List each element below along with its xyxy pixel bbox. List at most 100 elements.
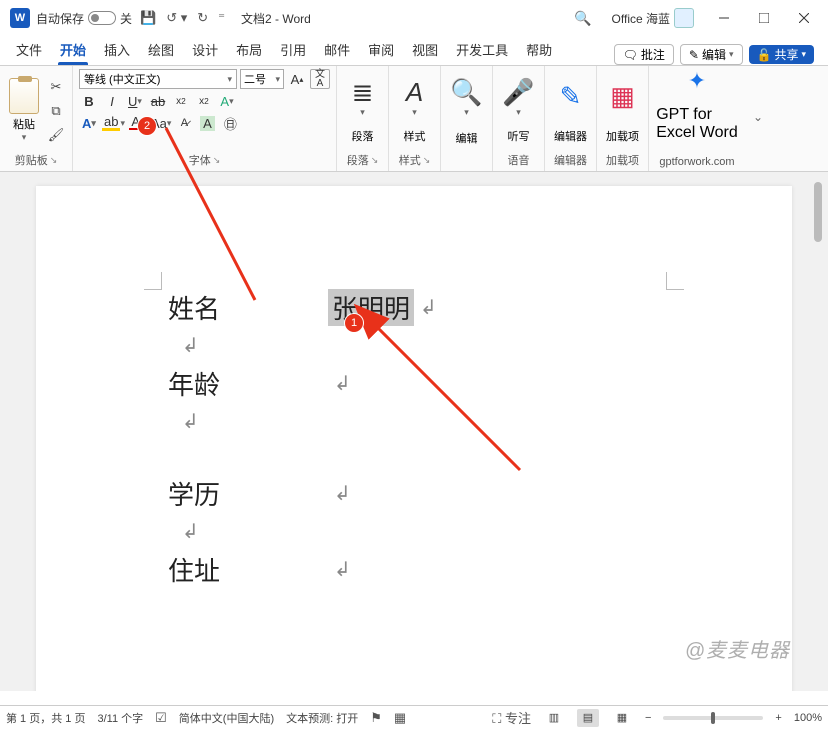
group-paragraph[interactable]: ≣▾ 段落 段落 ↘	[337, 66, 389, 171]
editor-icon: ✎	[560, 68, 582, 124]
copy-icon[interactable]: ⧉	[46, 102, 66, 120]
read-mode-icon[interactable]: ▥	[543, 709, 565, 727]
margin-corner-icon	[666, 272, 684, 290]
search-icon[interactable]: 🔍	[574, 10, 591, 27]
group-gpt[interactable]: ✦ GPT forExcel Word gptforwork.com	[649, 66, 745, 171]
format-painter-icon[interactable]: 🖌	[46, 126, 66, 144]
clear-formatting-button[interactable]: A̷	[174, 113, 194, 133]
field-row-name: 姓名 张明明↲	[168, 286, 437, 328]
group-dictate[interactable]: 🎤▾ 听写 语音	[493, 66, 545, 171]
bold-button[interactable]: B	[79, 91, 99, 111]
redo-icon[interactable]: ↻	[197, 10, 208, 26]
app-icon: W	[10, 8, 30, 28]
tab-mailings[interactable]: 邮件	[322, 36, 352, 65]
minimize-button[interactable]	[704, 4, 744, 32]
find-icon: 🔍▾	[450, 68, 482, 124]
group-styles[interactable]: A▾ 样式 样式 ↘	[389, 66, 441, 171]
tab-review[interactable]: 审阅	[366, 36, 396, 65]
zoom-in-icon[interactable]: +	[775, 712, 781, 724]
user-name: Office 海蓝	[612, 10, 670, 27]
titlebar: W 自动保存 关 💾 ↺ ▾ ↻ ⁼ 文档2 - Word 🔍 Office 海…	[0, 0, 828, 36]
group-editor[interactable]: ✎ 编辑器 编辑器	[545, 66, 597, 171]
italic-button[interactable]: I	[102, 91, 122, 111]
quick-access-toolbar: 💾 ↺ ▾ ↻ ⁼	[140, 10, 225, 26]
language-indicator[interactable]: 简体中文(中国大陆)	[179, 710, 274, 726]
macro-icon[interactable]: ▦	[394, 710, 406, 726]
autosave-state: 关	[120, 10, 132, 27]
annotation-badge-2: 2	[138, 117, 156, 135]
page[interactable]: 姓名 张明明↲ ↲ 年龄 ↲ ↲ 学历 ↲ ↲ 住址 ↲	[36, 186, 792, 691]
word-count[interactable]: 3/11 个字	[97, 710, 143, 726]
user-account[interactable]: Office 海蓝	[612, 8, 694, 28]
tab-layout[interactable]: 布局	[234, 36, 264, 65]
tab-design[interactable]: 设计	[190, 36, 220, 65]
document-content[interactable]: 姓名 张明明↲ ↲ 年龄 ↲ ↲ 学历 ↲ ↲ 住址 ↲	[168, 286, 437, 590]
paste-icon	[9, 78, 39, 114]
paragraph-icon: ≣▾	[352, 68, 374, 124]
close-button[interactable]	[784, 4, 824, 32]
font-name-combo[interactable]: 等线 (中文正文)▾	[79, 69, 237, 89]
ribbon: 粘贴 ▾ ✂ ⧉ 🖌 剪贴板 ↘ 等线 (中文正文)▾ 二号▾ A▴ 文A B …	[0, 66, 828, 172]
group-editing[interactable]: 🔍▾ 编辑	[441, 66, 493, 171]
watermark: @麦麦电器	[685, 634, 790, 663]
undo-icon[interactable]: ↺ ▾	[166, 10, 187, 26]
tab-file[interactable]: 文件	[14, 36, 44, 65]
selected-text[interactable]: 张明明	[328, 289, 414, 326]
accessibility-icon[interactable]: ⚑	[370, 710, 382, 726]
superscript-button[interactable]: x2	[194, 91, 214, 111]
share-button[interactable]: 🔓 共享 ▾	[749, 45, 815, 64]
strikethrough-button[interactable]: ab	[148, 91, 168, 111]
print-layout-icon[interactable]: ▤	[577, 709, 599, 727]
display-settings-icon[interactable]: ⛶ 专注	[492, 708, 531, 727]
zoom-slider[interactable]	[663, 716, 763, 720]
editing-mode-button[interactable]: ✎ 编辑 ▾	[680, 44, 743, 65]
char-border-button[interactable]: A▾	[79, 113, 99, 133]
tab-developer[interactable]: 开发工具	[454, 36, 510, 65]
ribbon-tabs: 文件 开始 插入 绘图 设计 布局 引用 邮件 审阅 视图 开发工具 帮助 🗨 …	[0, 36, 828, 66]
paragraph-mark-icon: ↲	[182, 519, 199, 544]
maximize-button[interactable]	[744, 4, 784, 32]
cut-icon[interactable]: ✂	[46, 78, 66, 96]
group-addins[interactable]: ▦ 加载项 加载项	[597, 66, 649, 171]
scroll-thumb[interactable]	[814, 182, 822, 242]
paragraph-mark-icon: ↲	[182, 333, 199, 358]
zoom-out-icon[interactable]: −	[645, 712, 651, 724]
annotation-badge-1: 1	[345, 314, 363, 332]
mic-icon: 🎤▾	[502, 68, 534, 124]
text-predict-indicator[interactable]: 文本预测: 打开	[286, 710, 358, 726]
avatar-icon	[674, 8, 694, 28]
comments-button[interactable]: 🗨 批注	[614, 44, 674, 65]
dialog-launcher-icon[interactable]: ↘	[50, 155, 58, 166]
scrollbar[interactable]	[812, 176, 824, 687]
paragraph-mark-icon: ↲	[334, 371, 351, 396]
dialog-launcher-icon[interactable]: ↘	[213, 155, 221, 166]
tab-insert[interactable]: 插入	[102, 36, 132, 65]
tab-draw[interactable]: 绘图	[146, 36, 176, 65]
zoom-level[interactable]: 100%	[794, 712, 822, 724]
text-effects-button[interactable]: A▾	[217, 91, 237, 111]
qat-more-icon[interactable]: ⁼	[218, 10, 225, 26]
spellcheck-icon[interactable]: ☑	[155, 710, 167, 726]
subscript-button[interactable]: x2	[171, 91, 191, 111]
tab-help[interactable]: 帮助	[524, 36, 554, 65]
field-row-edu: 学历 ↲	[168, 472, 437, 514]
page-indicator[interactable]: 第 1 页，共 1 页	[6, 710, 85, 726]
phonetic-guide-icon[interactable]: 文A	[310, 69, 330, 89]
tab-home[interactable]: 开始	[58, 36, 88, 65]
margin-corner-icon	[144, 272, 162, 290]
tab-view[interactable]: 视图	[410, 36, 440, 65]
group-font: 等线 (中文正文)▾ 二号▾ A▴ 文A B I U▾ ab x2 x2 A▾ …	[73, 66, 337, 171]
underline-button[interactable]: U▾	[125, 91, 145, 111]
tab-references[interactable]: 引用	[278, 36, 308, 65]
font-size-combo[interactable]: 二号▾	[240, 69, 284, 89]
enclose-char-button[interactable]: ㊐	[220, 113, 240, 133]
highlight-button[interactable]: ab▾	[102, 113, 125, 133]
web-layout-icon[interactable]: ▦	[611, 709, 633, 727]
collapse-ribbon-button[interactable]: ⌄	[745, 66, 769, 171]
save-icon[interactable]: 💾	[140, 10, 156, 26]
grow-font-icon[interactable]: A▴	[287, 69, 307, 89]
autosave-toggle[interactable]: 自动保存 关	[36, 10, 132, 27]
document-area: 姓名 张明明↲ ↲ 年龄 ↲ ↲ 学历 ↲ ↲ 住址 ↲ @麦麦电器	[0, 172, 828, 691]
paste-button[interactable]: 粘贴 ▾	[6, 76, 42, 143]
char-shading-button[interactable]: A	[197, 113, 217, 133]
